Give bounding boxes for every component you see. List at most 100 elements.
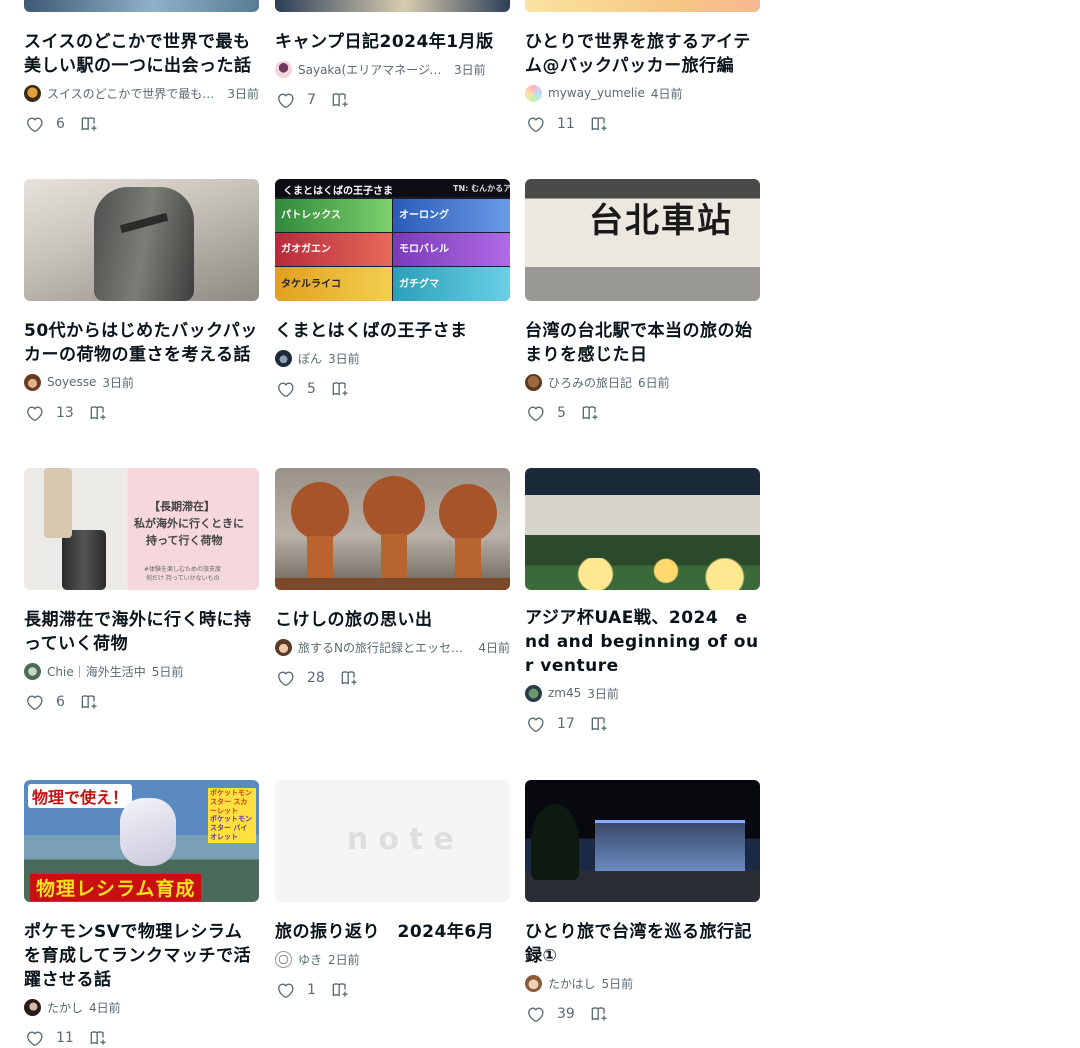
article-thumbnail[interactable]	[525, 468, 760, 590]
heart-icon[interactable]	[24, 1028, 44, 1048]
author-avatar[interactable]	[275, 60, 292, 78]
heart-icon[interactable]	[525, 114, 545, 134]
add-to-magazine-icon[interactable]	[580, 403, 600, 423]
article-title[interactable]: キャンプ日記2024年1月版	[275, 30, 510, 54]
heart-icon[interactable]	[275, 980, 295, 1000]
author-name[interactable]: ゆき	[298, 951, 322, 968]
add-to-magazine-icon[interactable]	[88, 1028, 108, 1048]
article-title[interactable]: ひとり旅で台湾を巡る旅行記録①	[525, 920, 760, 968]
author-avatar[interactable]	[24, 373, 41, 391]
article-title[interactable]: 旅の振り返り 2024年6月	[275, 920, 510, 944]
game-badge: ポケットモンスター スカーレット	[208, 788, 256, 817]
add-to-magazine-icon[interactable]	[330, 90, 350, 110]
article-thumbnail[interactable]: 台北車站	[525, 179, 760, 301]
author-avatar[interactable]	[275, 349, 292, 367]
article-card[interactable]: ひとり旅で台湾を巡る旅行記録① たかはし 5日前 39	[525, 780, 760, 1024]
article-card[interactable]: ひとりで世界を旅するアイテム@バックパッカー旅行編 myway_yumelie …	[525, 0, 760, 134]
author-name[interactable]: たかし	[47, 999, 83, 1016]
author-name[interactable]: Chie｜海外生活中	[47, 663, 146, 680]
article-thumbnail[interactable]	[24, 0, 259, 12]
author-avatar[interactable]	[275, 638, 292, 656]
add-to-magazine-icon[interactable]	[589, 1004, 609, 1024]
add-to-magazine-icon[interactable]	[79, 692, 99, 712]
wooden-shelf	[275, 578, 510, 590]
author-avatar[interactable]	[24, 662, 41, 680]
card-actions: 13	[24, 403, 259, 423]
article-title[interactable]: アジア杯UAE戦、2024 end and beginning of our v…	[525, 606, 760, 678]
article-title[interactable]: ポケモンSVで物理レシラムを育成してランクマッチで活躍させる話	[24, 920, 259, 992]
card-actions: 5	[275, 379, 510, 399]
article-card[interactable]: 50代からはじめたバックパッカーの荷物の重さを考える話 Soyesse 3日前 …	[24, 179, 259, 423]
heart-icon[interactable]	[24, 692, 44, 712]
heart-icon[interactable]	[275, 668, 295, 688]
article-title[interactable]: 50代からはじめたバックパッカーの荷物の重さを考える話	[24, 319, 259, 367]
add-to-magazine-icon[interactable]	[589, 114, 609, 134]
author-avatar[interactable]	[525, 684, 542, 702]
author-name[interactable]: 旅するNの旅行記録とエッセイ集	[298, 639, 472, 656]
author-name[interactable]: myway_yumelie	[548, 86, 645, 100]
article-thumbnail[interactable]	[275, 0, 510, 12]
station-building	[595, 820, 745, 871]
author-name[interactable]: ぽん	[298, 350, 322, 367]
article-thumbnail[interactable]	[525, 780, 760, 902]
article-title[interactable]: こけしの旅の思い出	[275, 608, 510, 632]
author-line: ゆき 2日前	[275, 950, 510, 968]
like-count: 13	[56, 405, 74, 421]
heart-icon[interactable]	[525, 1004, 545, 1024]
article-thumbnail[interactable]: くまとはくばの王子さま TN: むんかるア パトレックス オーロング ガオガエン…	[275, 179, 510, 301]
kokeshi-head	[291, 482, 349, 540]
article-card[interactable]: キャンプ日記2024年1月版 Sayaka(エリアマネージャー・家族経営 3日前…	[275, 0, 510, 110]
add-to-magazine-icon[interactable]	[330, 980, 350, 1000]
post-time: 2日前	[328, 952, 360, 967]
author-avatar[interactable]	[525, 974, 542, 992]
add-to-magazine-icon[interactable]	[88, 403, 108, 423]
add-to-magazine-icon[interactable]	[330, 379, 350, 399]
article-card[interactable]: 物理で使え！ ポケットモンスター スカーレット ポケットモンスター バイオレット…	[24, 780, 259, 1048]
author-name[interactable]: Sayaka(エリアマネージャー・家族経営	[298, 61, 448, 78]
like-count: 1	[307, 982, 316, 998]
author-name[interactable]: zm45	[548, 686, 581, 700]
article-thumbnail[interactable]: 物理で使え！ ポケットモンスター スカーレット ポケットモンスター バイオレット…	[24, 780, 259, 902]
heart-icon[interactable]	[275, 90, 295, 110]
author-avatar[interactable]	[525, 373, 542, 391]
author-avatar[interactable]	[525, 84, 542, 102]
heart-icon[interactable]	[525, 403, 545, 423]
author-name[interactable]: Soyesse	[47, 375, 96, 389]
article-card[interactable]: くまとはくばの王子さま TN: むんかるア パトレックス オーロング ガオガエン…	[275, 179, 510, 399]
heart-icon[interactable]	[24, 114, 44, 134]
author-avatar[interactable]	[24, 998, 41, 1016]
article-card[interactable]: note 旅の振り返り 2024年6月 ゆき 2日前 1	[275, 780, 510, 1000]
article-title[interactable]: 台湾の台北駅で本当の旅の始まりを感じた日	[525, 319, 760, 367]
article-thumbnail[interactable]	[24, 179, 259, 301]
article-thumbnail[interactable]: 【長期滞在】 私が海外に行くときに 持って行く荷物 #体験を楽しむための旅支度 …	[24, 468, 259, 590]
add-to-magazine-icon[interactable]	[589, 714, 609, 734]
article-thumbnail[interactable]	[525, 0, 760, 12]
article-card[interactable]: こけしの旅の思い出 旅するNの旅行記録とエッセイ集 4日前 28	[275, 468, 510, 688]
article-title[interactable]: くまとはくばの王子さま	[275, 319, 510, 343]
thumb-caption: 私が海外に行くときに	[134, 517, 244, 530]
author-avatar[interactable]	[275, 950, 292, 968]
tree-silhouette	[531, 804, 579, 880]
add-to-magazine-icon[interactable]	[339, 668, 359, 688]
author-avatar[interactable]	[24, 84, 41, 102]
heart-icon[interactable]	[275, 379, 295, 399]
article-card[interactable]: スイスのどこかで世界で最も美しい駅の一つに出会った話 スイスのどこかで世界で最も…	[24, 0, 259, 134]
article-title[interactable]: ひとりで世界を旅するアイテム@バックパッカー旅行編	[525, 30, 760, 78]
author-name[interactable]: スイスのどこかで世界で最も美しい駅の一つに出会った話に1番…	[47, 85, 221, 102]
author-name[interactable]: ひろみの旅日記	[548, 374, 632, 391]
article-thumbnail[interactable]: note	[275, 780, 510, 902]
add-to-magazine-icon[interactable]	[79, 114, 99, 134]
article-card[interactable]: 台北車站 台湾の台北駅で本当の旅の始まりを感じた日 ひろみの旅日記 6日前 5	[525, 179, 760, 423]
article-card[interactable]: アジア杯UAE戦、2024 end and beginning of our v…	[525, 468, 760, 734]
article-thumbnail[interactable]	[275, 468, 510, 590]
article-title[interactable]: スイスのどこかで世界で最も美しい駅の一つに出会った話	[24, 30, 259, 78]
thumb-caption: #体験を楽しむための旅支度	[144, 566, 222, 573]
author-name[interactable]: たかはし	[548, 975, 596, 992]
heart-icon[interactable]	[24, 403, 44, 423]
article-card[interactable]: 【長期滞在】 私が海外に行くときに 持って行く荷物 #体験を楽しむための旅支度 …	[24, 468, 259, 712]
author-line: たかはし 5日前	[525, 974, 760, 992]
article-title[interactable]: 長期滞在で海外に行く時に持っていく荷物	[24, 608, 259, 656]
heart-icon[interactable]	[525, 714, 545, 734]
game-badge: ポケットモンスター バイオレット	[208, 814, 256, 843]
author-line: Soyesse 3日前	[24, 373, 259, 391]
